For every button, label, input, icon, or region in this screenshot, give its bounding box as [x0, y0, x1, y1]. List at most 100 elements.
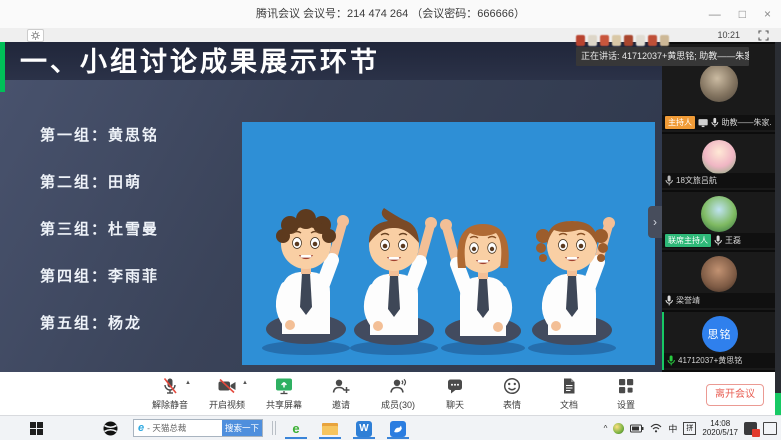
close-button[interactable]: × [764, 8, 771, 20]
taskbar-clock[interactable]: 14:08 2020/5/17 [702, 419, 738, 437]
group-list: 第一组：黄思铭 第二组：田萌 第三组：杜雪曼 第四组：李雨菲 第五组：杨龙 [40, 124, 159, 359]
group-item: 第一组：黄思铭 [40, 124, 159, 144]
windows-start-button[interactable] [30, 422, 43, 435]
docs-button[interactable]: 文档 [547, 376, 591, 411]
clock-date: 2020/5/17 [702, 428, 738, 437]
participant-name: 助教——朱家... [722, 117, 772, 128]
taskbar-search-box[interactable]: e - 天猫总裁 搜索一下 [133, 419, 263, 437]
decorative-artwork [576, 35, 669, 47]
participant-tile[interactable]: 梁誉靖 [662, 252, 775, 310]
students-illustration [242, 122, 655, 365]
mic-muted-icon [160, 376, 180, 396]
invite-icon [331, 376, 351, 396]
meeting-duration: 10:21 [717, 30, 740, 40]
search-button[interactable]: 搜索一下 [222, 420, 262, 436]
fullscreen-icon[interactable] [758, 30, 769, 41]
button-label: 共享屏幕 [266, 398, 302, 411]
share-screen-button[interactable]: 共享屏幕 [262, 376, 306, 411]
window-title: 腾讯会议 会议号：214 474 264 （会议密码：666666） [0, 0, 781, 28]
chevron-right-icon: › [653, 215, 657, 229]
settings-button[interactable]: 设置 [604, 376, 648, 411]
meeting-controls-bar: 解除静音 ▲ 开启视频 ▲ [0, 372, 775, 415]
raising-hands-kids [242, 122, 655, 365]
host-badge: 主持人 [665, 116, 695, 129]
ime-pinyin-indicator[interactable]: 拼 [683, 422, 696, 435]
gear-icon[interactable] [27, 29, 44, 42]
ime-language-indicator[interactable]: 中 [668, 422, 677, 435]
avatar [702, 140, 736, 174]
windows-taskbar: e - 天猫总裁 搜索一下 e W ^ [0, 415, 781, 440]
mic-options-caret[interactable]: ▲ [185, 380, 191, 386]
emoji-button[interactable]: 表情 [490, 376, 534, 411]
mic-icon [665, 295, 673, 306]
cohost-badge: 联席主持人 [665, 234, 711, 247]
window-titlebar: 腾讯会议 会议号：214 474 264 （会议密码：666666） — □ × [0, 0, 781, 29]
tencent-meeting-window: 腾讯会议 会议号：214 474 264 （会议密码：666666） — □ ×… [0, 0, 781, 440]
leave-meeting-button[interactable]: 离开会议 [706, 384, 764, 406]
avatar-initials: 思铭 [702, 316, 738, 352]
app-swirl-icon[interactable] [103, 421, 118, 436]
maximize-button[interactable]: □ [739, 8, 746, 20]
taskbar-wps-icon[interactable]: W [352, 418, 376, 439]
scrollbar-thumb[interactable] [775, 393, 781, 415]
button-label: 设置 [617, 398, 635, 411]
avatar [701, 256, 737, 292]
wifi-icon[interactable] [650, 423, 662, 433]
participants-sidebar: 主持人 助教——朱家... [662, 42, 775, 372]
tray-expand-chevron[interactable]: ^ [604, 424, 608, 433]
taskbar-file-explorer-icon[interactable] [318, 418, 342, 439]
participant-tile[interactable]: 18文旅吕航 [662, 134, 775, 190]
mic-icon [665, 175, 673, 186]
search-suggestion-text[interactable]: - 天猫总裁 [147, 422, 222, 434]
taskbar-meeting-app-icon[interactable] [386, 418, 410, 439]
mic-icon [711, 117, 718, 128]
taskbar-browser-icon[interactable]: e [284, 418, 308, 439]
members-button[interactable]: 成员(30) [376, 376, 420, 411]
group-item: 第三组：杜雪曼 [40, 218, 159, 238]
unmute-button[interactable]: 解除静音 ▲ [148, 376, 192, 411]
participant-name: 梁誉靖 [676, 295, 700, 306]
avatar-text: 思铭 [708, 326, 732, 342]
avatar [701, 196, 737, 232]
settings-grid-icon [616, 376, 636, 396]
button-label: 表情 [503, 398, 521, 411]
minimize-button[interactable]: — [709, 8, 721, 20]
edge-e-icon: e [138, 422, 144, 434]
now-speaking-banner: 正在讲话: 41712037+黄思铭; 助教——朱家... [576, 47, 749, 66]
members-icon [388, 376, 408, 396]
invite-button[interactable]: 邀请 [319, 376, 363, 411]
gear-glyph [31, 31, 40, 40]
sidebar-scrollbar[interactable] [775, 42, 781, 415]
start-video-button[interactable]: 开启视频 ▲ [205, 376, 249, 411]
clock-time: 14:08 [702, 419, 738, 428]
taskbar-separator [272, 421, 276, 435]
sidebar-collapse-tab[interactable]: › [648, 206, 662, 238]
avatar [700, 64, 738, 102]
mic-active-icon [667, 355, 675, 366]
emoji-icon [502, 376, 522, 396]
participant-tile-cohost[interactable]: 联席主持人 王磊 [662, 192, 775, 250]
notification-app-icon[interactable] [744, 422, 757, 435]
chat-button[interactable]: 聊天 [433, 376, 477, 411]
participant-name: 18文旅吕航 [676, 175, 717, 186]
button-label: 聊天 [446, 398, 464, 411]
document-icon [559, 376, 579, 396]
button-label: 成员(30) [381, 398, 415, 411]
camera-muted-icon [217, 376, 237, 396]
shared-screen-stage: 一、小组讨论成果展示环节 第一组：黄思铭 第二组：田萌 第三组：杜雪曼 第四组：… [0, 42, 662, 372]
button-label: 邀请 [332, 398, 350, 411]
button-label: 解除静音 [152, 398, 188, 411]
button-label: 文档 [560, 398, 578, 411]
battery-icon[interactable] [630, 424, 644, 433]
chat-icon [445, 376, 465, 396]
green-edge-stripe [0, 42, 5, 92]
video-options-caret[interactable]: ▲ [242, 380, 248, 386]
participant-tile-active-speaker[interactable]: 思铭 41712037+黄思铭 [662, 312, 775, 370]
group-item: 第二组：田萌 [40, 171, 159, 191]
action-center-icon[interactable] [763, 422, 777, 435]
participant-name: 王磊 [725, 235, 741, 246]
share-screen-icon [274, 376, 294, 396]
tray-app-icon[interactable] [613, 423, 624, 434]
screen-share-mini-icon [698, 118, 708, 128]
slide-title: 一、小组讨论成果展示环节 [20, 42, 380, 80]
